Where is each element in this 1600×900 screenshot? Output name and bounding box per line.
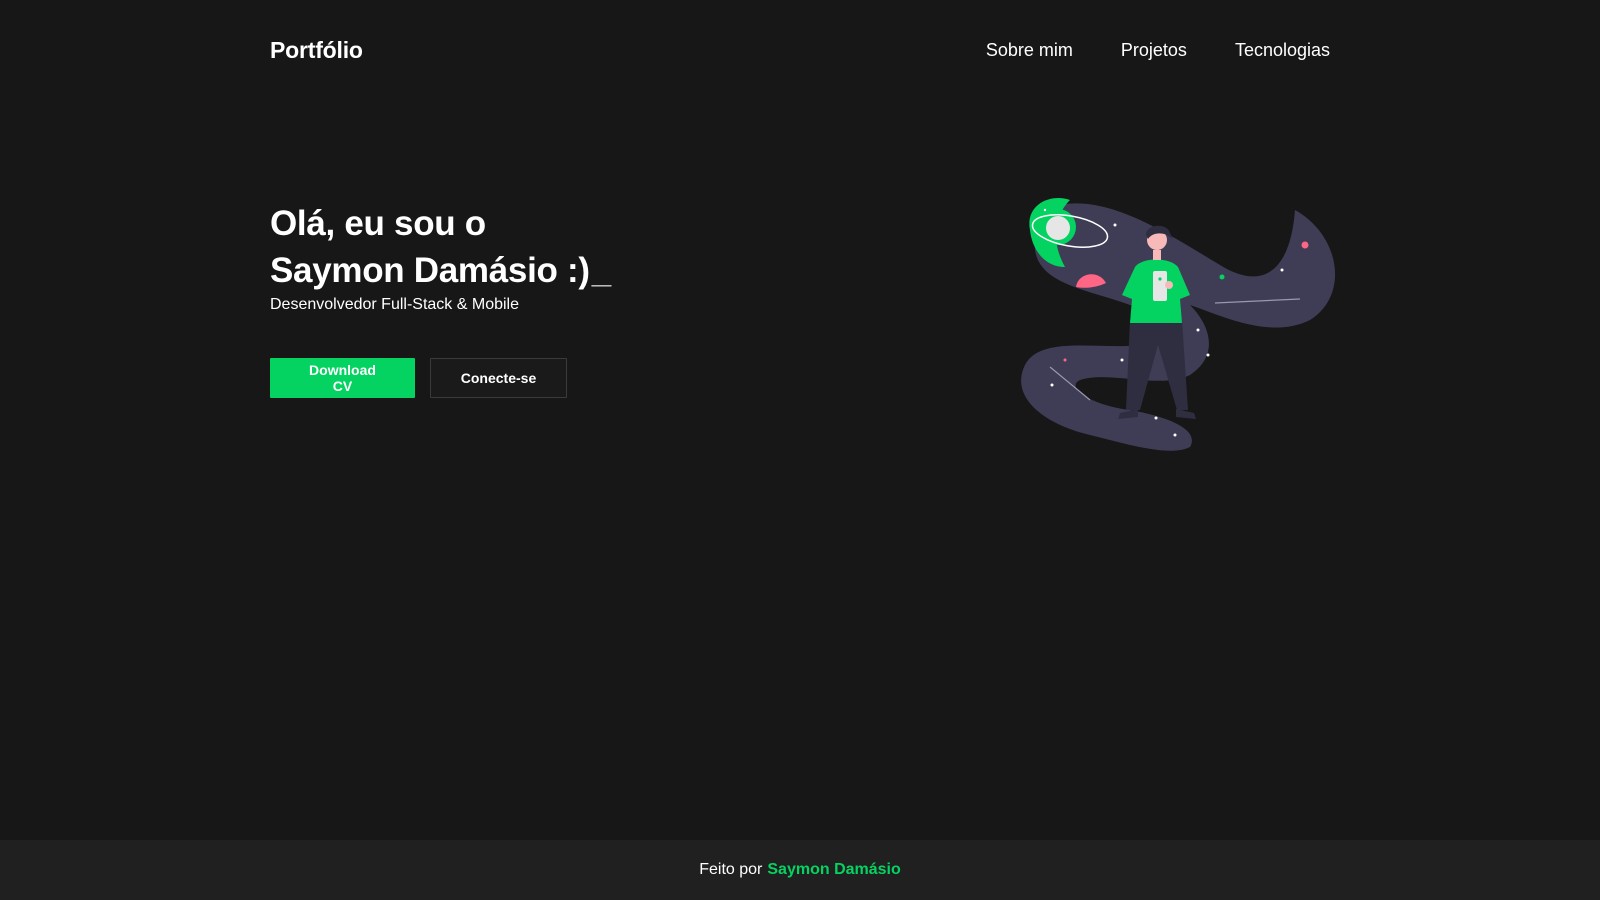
footer-author-link[interactable]: Saymon Damásio	[767, 861, 900, 879]
nav-link-projetos[interactable]: Projetos	[1121, 40, 1187, 61]
nav-link-sobre-mim[interactable]: Sobre mim	[986, 40, 1073, 61]
hero-section: Olá, eu sou o Saymon Damásio :)_ Desenvo…	[270, 200, 790, 314]
hero-subtitle: Desenvolvedor Full-Stack & Mobile	[270, 296, 519, 313]
footer-prefix: Feito por	[699, 861, 763, 878]
hero-title-line-2-wrapper: Saymon Damásio :)_	[270, 247, 790, 294]
logo[interactable]: Portfólio	[270, 37, 363, 64]
footer: Feito por Saymon Damásio	[0, 840, 1600, 900]
astronaut-space-illustration-icon	[1020, 195, 1340, 460]
connect-button[interactable]: Conecte-se	[430, 358, 567, 398]
hero-title-line-2: Saymon Damásio :)	[270, 251, 590, 290]
page: Portfólio Sobre mim Projetos Tecnologias…	[0, 0, 1600, 900]
hero-actions: Download CV Conecte-se	[270, 358, 567, 398]
main-nav: Sobre mim Projetos Tecnologias	[986, 40, 1330, 61]
hero-title-line-1: Olá, eu sou o	[270, 204, 486, 243]
hero-title: Olá, eu sou o Saymon Damásio :)_	[270, 200, 790, 294]
typing-cursor: _	[591, 251, 611, 290]
download-cv-button[interactable]: Download CV	[270, 358, 415, 398]
header: Portfólio Sobre mim Projetos Tecnologias	[270, 30, 1330, 70]
nav-link-tecnologias[interactable]: Tecnologias	[1235, 40, 1330, 61]
